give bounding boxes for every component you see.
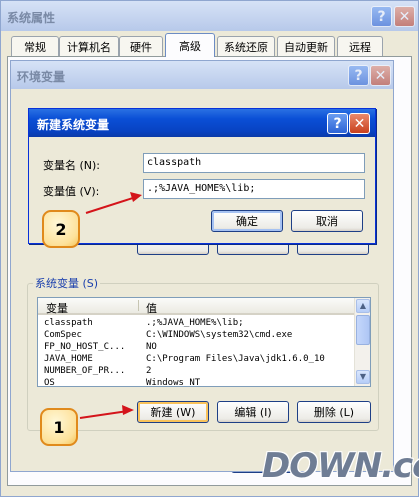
delete-variable-button[interactable]: 删除 (L) — [297, 401, 371, 423]
edit-variable-button[interactable]: 编辑 (I) — [217, 401, 289, 423]
annotation-badge-2-number: 2 — [55, 219, 67, 239]
new-variable-titlebar: 新建系统变量 ? ✕ — [29, 109, 375, 137]
tab-general[interactable]: 常规 — [11, 36, 59, 56]
new-var-help-icon[interactable]: ? — [327, 113, 348, 134]
new-variable-label: 新建 (W) — [150, 406, 196, 419]
row-variable-name: ComSpec — [44, 330, 82, 340]
new-system-variable-dialog: 新建系统变量 ? ✕ 变量名 (N): classpath 变量值 (V): .… — [28, 108, 376, 244]
column-divider — [138, 300, 139, 311]
scroll-thumb[interactable] — [356, 315, 370, 345]
row-variable-value: C:\WINDOWS\system32\cmd.exe — [146, 330, 293, 340]
row-variable-name: OS — [44, 378, 55, 387]
variable-name-field[interactable]: classpath — [143, 153, 365, 173]
tab-remote[interactable]: 远程 — [337, 36, 383, 56]
new-variable-title: 新建系统变量 — [37, 118, 110, 132]
row-variable-value: NO — [146, 342, 157, 352]
row-variable-value: 2 — [146, 366, 152, 376]
ok-button-label: 确定 — [236, 215, 258, 228]
scroll-up-icon[interactable]: ▲ — [356, 299, 370, 313]
list-header: 变量 值 — [38, 298, 354, 315]
cancel-button[interactable]: 取消 — [291, 210, 363, 232]
help-icon[interactable]: ? — [371, 6, 392, 27]
new-variable-button[interactable]: 新建 (W) — [137, 401, 209, 423]
annotation-badge-1: 1 — [40, 408, 78, 446]
variable-name-label: 变量名 (N): — [43, 159, 101, 172]
env-help-icon[interactable]: ? — [348, 65, 369, 86]
watermark-text: DOWN.cc — [262, 446, 419, 486]
system-variables-list[interactable]: 变量 值 classpath .;%JAVA_HOME%\lib; ComSpe… — [37, 297, 371, 387]
watermark-logo: DOWN.cc — [262, 446, 419, 497]
variable-value-field[interactable]: .;%JAVA_HOME%\lib; — [143, 179, 365, 199]
row-variable-name: JAVA_HOME — [44, 354, 93, 364]
close-icon[interactable]: ✕ — [394, 6, 415, 27]
environment-variables-titlebar: 环境变量 ? ✕ — [11, 61, 393, 89]
row-variable-value: Windows_NT — [146, 378, 201, 387]
tab-computer-name[interactable]: 计算机名 — [59, 36, 119, 56]
row-variable-name: classpath — [44, 318, 93, 328]
system-variables-label: 系统变量 (S) — [33, 275, 101, 291]
row-variable-value: C:\Program Files\Java\jdk1.6.0_10 — [146, 354, 325, 364]
tab-system-restore[interactable]: 系统还原 — [217, 36, 275, 56]
annotation-badge-2: 2 — [42, 210, 80, 248]
row-variable-value: .;%JAVA_HOME%\lib; — [146, 318, 244, 328]
edit-variable-label: 编辑 (I) — [234, 406, 272, 419]
list-scrollbar[interactable]: ▲ ▼ — [354, 298, 370, 386]
ok-button[interactable]: 确定 — [211, 210, 283, 232]
tab-hardware[interactable]: 硬件 — [119, 36, 163, 56]
system-properties-titlebar: 系统属性 ? ✕ — [1, 1, 418, 31]
env-close-icon[interactable]: ✕ — [370, 65, 391, 86]
variable-value-label: 变量值 (V): — [43, 185, 100, 198]
row-variable-name: NUMBER_OF_PR... — [44, 366, 126, 376]
new-var-close-icon[interactable]: ✕ — [349, 113, 370, 134]
tab-advanced[interactable]: 高级 — [165, 33, 215, 57]
column-header-value[interactable]: 值 — [146, 300, 157, 316]
row-variable-name: FP_NO_HOST_C... — [44, 342, 126, 352]
tab-auto-update[interactable]: 自动更新 — [277, 36, 335, 56]
cancel-button-label: 取消 — [316, 215, 338, 228]
scroll-down-icon[interactable]: ▼ — [356, 370, 370, 384]
environment-variables-title: 环境变量 — [17, 70, 66, 84]
annotation-badge-1-number: 1 — [53, 417, 65, 437]
column-header-variable[interactable]: 变量 — [46, 300, 68, 316]
system-properties-title: 系统属性 — [7, 11, 56, 25]
delete-variable-label: 删除 (L) — [313, 406, 355, 419]
